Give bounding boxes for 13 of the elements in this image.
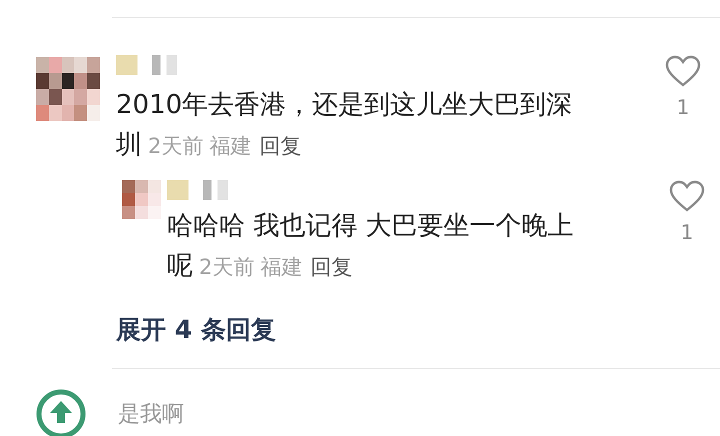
comment-text: 哈哈哈 我也记得 大巴要坐一个晚上呢 2天前 福建 回复 <box>167 206 587 287</box>
reply-link[interactable]: 回复 <box>310 247 352 287</box>
heart-icon[interactable] <box>665 55 701 87</box>
expand-replies-link[interactable]: 展开 4 条回复 <box>116 313 276 346</box>
reply-link[interactable]: 回复 <box>259 126 302 166</box>
like-count: 1 <box>680 220 694 244</box>
logo-avatar <box>36 389 86 436</box>
comment-text: 2010年去香港，还是到这儿坐大巴到深圳 2天前 福建 回复 <box>116 85 591 166</box>
user-name: 是我啊 <box>118 401 184 429</box>
pixelated-avatar <box>36 57 100 121</box>
like-count: 1 <box>676 95 690 119</box>
heart-icon[interactable] <box>669 180 705 212</box>
pixelated-avatar <box>122 180 161 219</box>
